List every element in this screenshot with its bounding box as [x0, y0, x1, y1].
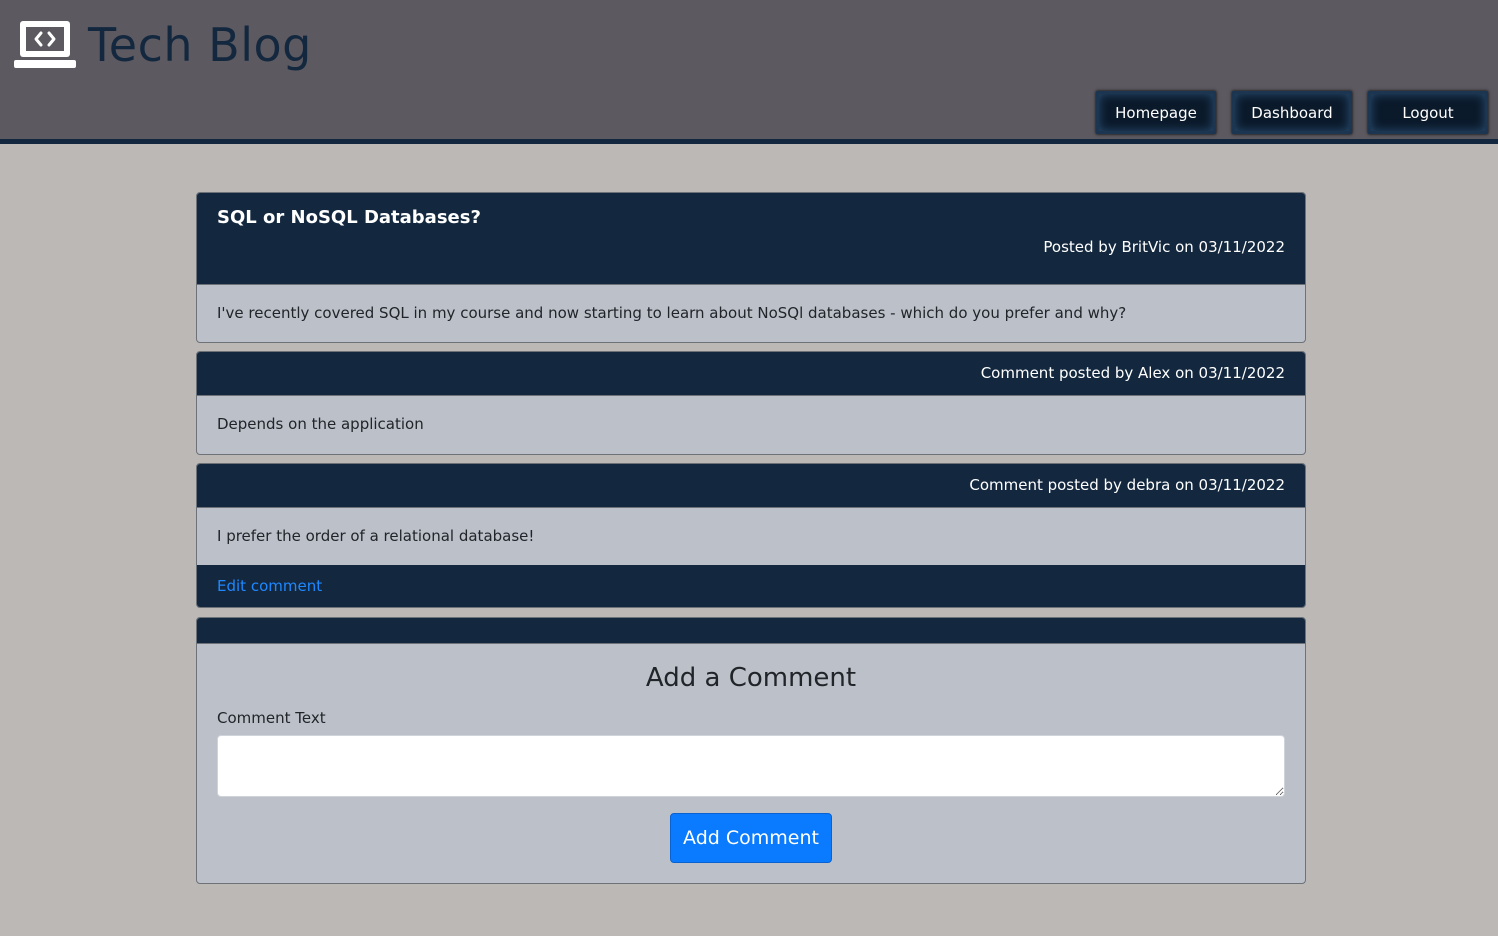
add-comment-card: Add a Comment Comment Text Add Comment	[196, 617, 1306, 884]
comment-text-label: Comment Text	[217, 709, 326, 727]
laptop-code-icon	[14, 21, 76, 68]
post-header: SQL or NoSQL Databases? Posted by BritVi…	[197, 193, 1305, 285]
post-meta: Posted by BritVic on 03/11/2022	[1043, 238, 1285, 256]
edit-comment-link[interactable]: Edit comment	[217, 577, 322, 595]
post-card: SQL or NoSQL Databases? Posted by BritVi…	[196, 192, 1306, 343]
comment-footer: Edit comment	[197, 565, 1305, 607]
comment-header: Comment posted by debra on 03/11/2022	[197, 464, 1305, 508]
brand[interactable]: Tech Blog	[14, 14, 312, 76]
site-header: Tech Blog Homepage Dashboard Logout	[0, 0, 1498, 144]
site-title: Tech Blog	[88, 18, 312, 72]
comment-meta: Comment posted by Alex on 03/11/2022	[980, 364, 1285, 382]
comment-header: Comment posted by Alex on 03/11/2022	[197, 352, 1305, 396]
comment-card: Comment posted by debra on 03/11/2022 I …	[196, 463, 1306, 608]
main-nav: Homepage Dashboard Logout	[1096, 91, 1488, 134]
homepage-button[interactable]: Homepage	[1096, 91, 1216, 134]
dashboard-button[interactable]: Dashboard	[1232, 91, 1352, 134]
post-title: SQL or NoSQL Databases?	[217, 207, 481, 228]
comment-card: Comment posted by Alex on 03/11/2022 Dep…	[196, 351, 1306, 455]
comment-body: I prefer the order of a relational datab…	[217, 527, 535, 545]
post-body: I've recently covered SQL in my course a…	[217, 304, 1127, 322]
add-comment-button[interactable]: Add Comment	[670, 813, 832, 863]
comment-text-input[interactable]	[217, 735, 1285, 797]
comment-meta: Comment posted by debra on 03/11/2022	[969, 476, 1285, 494]
add-comment-title: Add a Comment	[645, 663, 857, 693]
add-comment-header	[197, 618, 1305, 644]
comment-body: Depends on the application	[217, 415, 424, 433]
logout-button[interactable]: Logout	[1368, 91, 1488, 134]
